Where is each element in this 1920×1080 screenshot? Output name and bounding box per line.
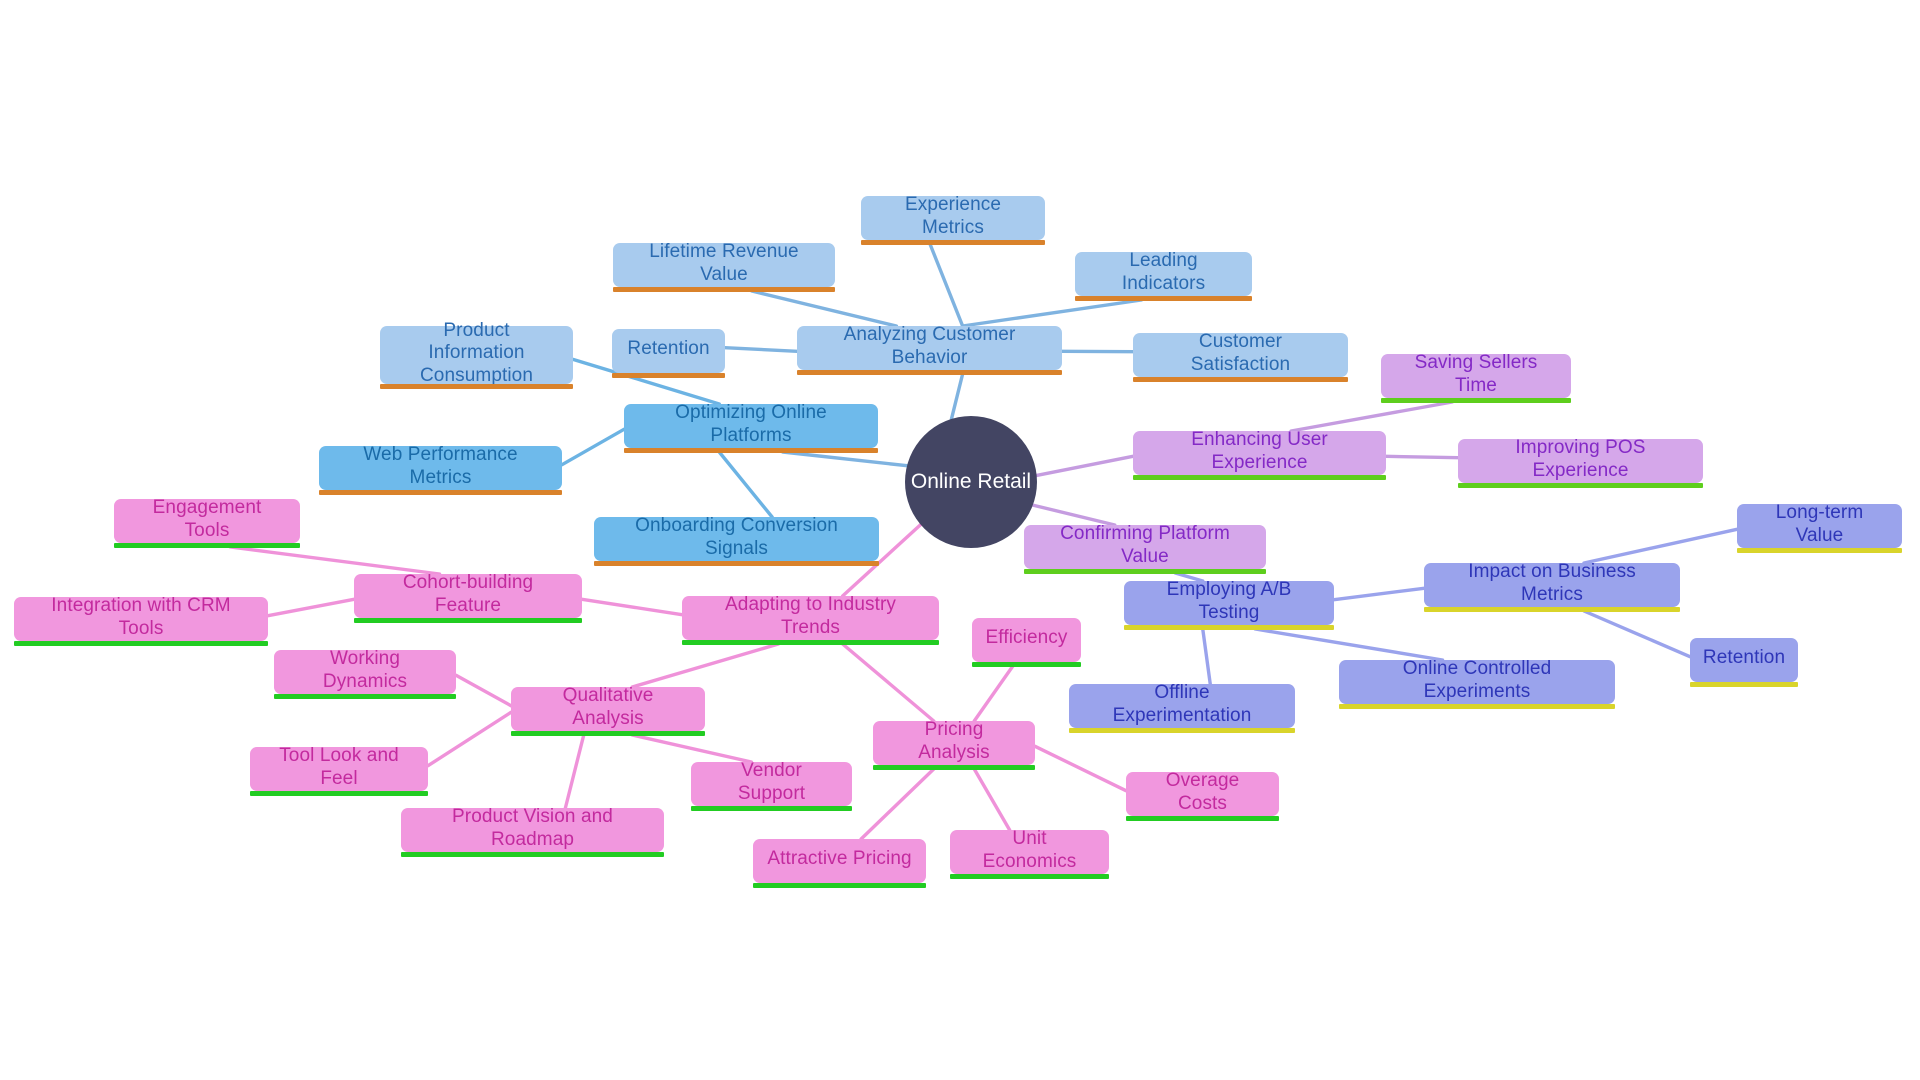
- mindmap-node-product-vision-and-roadmap[interactable]: Product Vision and Roadmap: [401, 806, 664, 857]
- mindmap-edge: [228, 545, 442, 576]
- mindmap-node-retention[interactable]: Retention: [1690, 638, 1798, 687]
- mindmap-edge: [840, 642, 936, 723]
- mindmap-node-analyzing-customer-behavior[interactable]: Analyzing Customer Behavior: [797, 324, 1062, 375]
- mindmap-node-adapting-to-industry-trends[interactable]: Adapting to Industry Trends: [682, 594, 939, 645]
- mindmap-edge: [1031, 503, 1117, 527]
- mindmap-node-experience-metrics[interactable]: Experience Metrics: [861, 194, 1045, 245]
- mindmap-edge: [781, 450, 909, 468]
- mindmap-node-overage-costs[interactable]: Overage Costs: [1126, 770, 1279, 821]
- mindmap-edge: [1582, 609, 1692, 659]
- mindmap-edge: [972, 767, 1012, 832]
- mindmap-node-pricing-analysis[interactable]: Pricing Analysis: [873, 719, 1035, 770]
- mindmap-edge: [1332, 586, 1426, 602]
- mindmap-node-saving-sellers-time[interactable]: Saving Sellers Time: [1381, 352, 1571, 403]
- mindmap-node-attractive-pricing[interactable]: Attractive Pricing: [753, 839, 926, 888]
- mindmap-node-online-controlled-experiments[interactable]: Online Controlled Experiments: [1339, 658, 1615, 709]
- mindmap-edge: [630, 642, 781, 689]
- mindmap-node-efficiency[interactable]: Efficiency: [972, 618, 1081, 667]
- mindmap-edge: [1201, 627, 1212, 686]
- mindmap-node-customer-satisfaction[interactable]: Customer Satisfaction: [1133, 331, 1348, 382]
- mindmap-edge: [723, 346, 799, 353]
- mindmap-node-employing-a-b-testing[interactable]: Employing A/B Testing: [1124, 579, 1334, 630]
- mindmap-edge: [630, 733, 754, 764]
- mindmap-edge: [972, 664, 1015, 723]
- mindmap-edge: [1033, 744, 1128, 793]
- mindmap-edge: [928, 242, 965, 328]
- mindmap-node-lifetime-revenue-value[interactable]: Lifetime Revenue Value: [613, 241, 835, 292]
- mindmap-node-tool-look-and-feel[interactable]: Tool Look and Feel: [250, 745, 428, 796]
- mindmap-edge: [1289, 400, 1454, 433]
- mindmap-node-working-dynamics[interactable]: Working Dynamics: [274, 648, 456, 699]
- mindmap-node-impact-on-business-metrics[interactable]: Impact on Business Metrics: [1424, 561, 1680, 612]
- mindmap-node-qualitative-analysis[interactable]: Qualitative Analysis: [511, 685, 705, 736]
- mindmap-node-improving-pos-experience[interactable]: Improving POS Experience: [1458, 437, 1703, 488]
- mindmap-node-offline-experimentation[interactable]: Offline Experimentation: [1069, 682, 1295, 733]
- mindmap-node-retention[interactable]: Retention: [612, 329, 725, 378]
- mindmap-node-onboarding-conversion-signals[interactable]: Onboarding Conversion Signals: [594, 515, 879, 566]
- mindmap-root-node[interactable]: Online Retail: [905, 416, 1037, 548]
- mindmap-node-vendor-support[interactable]: Vendor Support: [691, 760, 852, 811]
- mindmap-canvas: Experience Metrics Lifetime Revenue Value…: [0, 0, 1920, 1080]
- mindmap-edge: [1582, 527, 1739, 565]
- mindmap-node-leading-indicators[interactable]: Leading Indicators: [1075, 250, 1252, 301]
- mindmap-edge: [717, 450, 774, 519]
- mindmap-node-product-information-consumption[interactable]: Product Information Consumption: [380, 320, 573, 389]
- mindmap-edge: [563, 733, 586, 810]
- mindmap-edge: [454, 673, 513, 708]
- mindmap-node-long-term-value[interactable]: Long-term Value: [1737, 502, 1902, 553]
- mindmap-edge: [266, 597, 356, 618]
- mindmap-edge: [859, 767, 936, 841]
- mindmap-edge: [1034, 454, 1135, 478]
- mindmap-edge: [1384, 454, 1460, 460]
- mindmap-node-confirming-platform-value[interactable]: Confirming Platform Value: [1024, 523, 1266, 574]
- mindmap-edge: [426, 710, 513, 768]
- mindmap-node-enhancing-user-experience[interactable]: Enhancing User Experience: [1133, 429, 1386, 480]
- mindmap-edge: [1253, 627, 1445, 662]
- mindmap-node-web-performance-metrics[interactable]: Web Performance Metrics: [319, 444, 562, 495]
- mindmap-node-integration-with-crm-tools[interactable]: Integration with CRM Tools: [14, 595, 268, 646]
- mindmap-edge: [949, 372, 965, 421]
- mindmap-edge: [560, 427, 626, 467]
- mindmap-node-cohort-building-feature[interactable]: Cohort-building Feature: [354, 572, 582, 623]
- mindmap-edge: [960, 298, 1144, 328]
- mindmap-edge: [750, 289, 899, 328]
- mindmap-node-engagement-tools[interactable]: Engagement Tools: [114, 497, 300, 548]
- mindmap-node-optimizing-online-platforms[interactable]: Optimizing Online Platforms: [624, 402, 878, 453]
- mindmap-edge: [580, 597, 684, 617]
- mindmap-node-unit-economics[interactable]: Unit Economics: [950, 828, 1109, 879]
